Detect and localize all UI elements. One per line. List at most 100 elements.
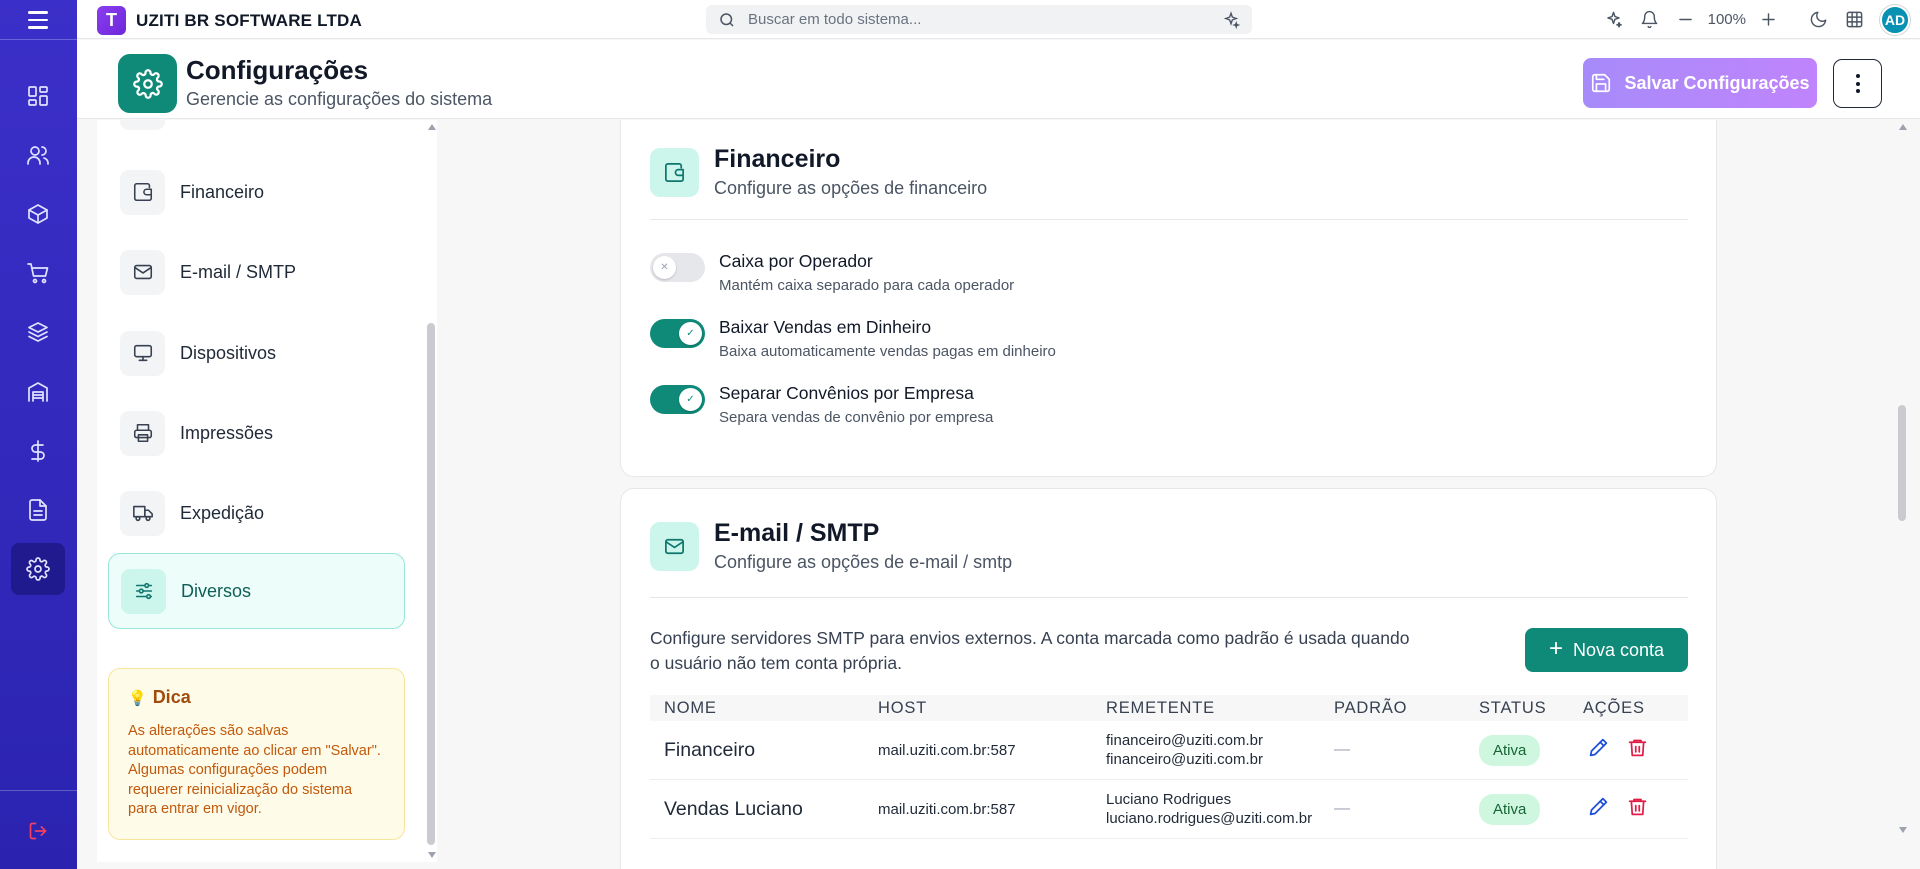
column-header: NOME: [664, 698, 717, 717]
menu-toggle-button[interactable]: [22, 8, 54, 32]
scroll-down-arrow[interactable]: [428, 852, 436, 858]
settings-content: Financeiro Configure as opções de financ…: [440, 120, 1900, 869]
save-settings-label: Salvar Configurações: [1624, 72, 1810, 93]
setting-baixar-vendas-dinheiro: ✓ Baixar Vendas em Dinheiro Baixa automa…: [650, 317, 1056, 360]
nav-item-dispositivos[interactable]: Dispositivos: [108, 315, 405, 391]
plus-icon: +: [1548, 634, 1563, 662]
ai-assistant-button[interactable]: [1596, 2, 1632, 38]
users-icon: [27, 146, 49, 165]
zoom-level: 100%: [1707, 11, 1746, 28]
theme-toggle-button[interactable]: [1800, 2, 1836, 38]
scroll-down-arrow[interactable]: [1899, 827, 1907, 833]
rail-item-documentos[interactable]: [11, 484, 65, 536]
tip-title-text: Dica: [152, 687, 191, 707]
nav-item-label: Impressões: [180, 422, 274, 443]
table-header: NOME HOST REMETENTE PADRÃO STATUS AÇÕES: [650, 695, 1688, 721]
setting-title: Baixar Vendas em Dinheiro: [719, 317, 932, 337]
grid-icon: [28, 86, 48, 106]
rail-item-produtos[interactable]: [11, 188, 65, 240]
status-cell: Ativa: [1479, 793, 1583, 825]
status-cell: Ativa: [1479, 734, 1583, 766]
rail-item-vendas[interactable]: [11, 247, 65, 299]
rail-item-clientes[interactable]: [11, 129, 65, 181]
rail-item-configuracoes[interactable]: [11, 543, 65, 595]
nav-item-label: Financeiro: [180, 181, 265, 202]
section-heading: E-mail / SMTP Configure as opções de e-m…: [714, 519, 1012, 573]
logout-button[interactable]: [11, 805, 65, 857]
scroll-up-arrow[interactable]: [1899, 124, 1907, 130]
nav-item-financeiro[interactable]: Financeiro: [108, 154, 405, 230]
edit-button[interactable]: [1588, 737, 1609, 763]
nav-item-expedicao[interactable]: Expedição: [108, 475, 405, 551]
account-host: mail.uziti.com.br:587: [878, 741, 1016, 759]
setting-description: Separa vendas de convênio por empresa: [719, 409, 994, 426]
account-name: Vendas Luciano: [664, 797, 803, 820]
financeiro-card: Financeiro Configure as opções de financ…: [620, 120, 1717, 477]
plus-icon: [1761, 13, 1775, 26]
wallet-icon: [133, 182, 152, 202]
edit-button[interactable]: [1588, 796, 1609, 822]
notifications-button[interactable]: [1632, 2, 1668, 38]
trash-icon: [1628, 798, 1647, 816]
status-badge: Ativa: [1479, 793, 1541, 825]
column-header: HOST: [878, 698, 928, 717]
baixar-vendas-dinheiro-toggle[interactable]: ✓: [650, 319, 705, 348]
sliders-icon: [135, 582, 152, 600]
setting-separar-convenios: ✓ Separar Convênios por Empresa Separa v…: [650, 383, 993, 426]
sparkles-icon[interactable]: [1222, 10, 1240, 29]
nav-item-impressoes[interactable]: Impressões: [108, 395, 405, 471]
nav-item-label: Dispositivos: [180, 342, 277, 363]
setting-description: Mantém caixa separado para cada operador: [719, 277, 1015, 294]
new-account-button[interactable]: + Nova conta: [1525, 628, 1688, 672]
section-title: E-mail / SMTP: [714, 519, 880, 547]
rail-item-financeiro[interactable]: [11, 425, 65, 477]
separar-convenios-toggle[interactable]: ✓: [650, 385, 705, 414]
settings-nav-scrollbar[interactable]: [425, 120, 437, 862]
caixa-por-operador-toggle[interactable]: ✕: [650, 253, 705, 282]
table-row[interactable]: Financeiro mail.uziti.com.br:587 finance…: [650, 721, 1688, 780]
scroll-thumb[interactable]: [427, 323, 435, 845]
save-icon: [1592, 73, 1611, 93]
brand[interactable]: T UZITI BR SOFTWARE LTDA: [97, 6, 362, 35]
status-badge: Ativa: [1479, 734, 1541, 766]
scroll-thumb[interactable]: [1898, 405, 1906, 521]
gear-icon: [132, 68, 163, 99]
toggle-knob-x-icon: ✕: [653, 256, 676, 279]
setting-text: Separar Convênios por Empresa Separa ven…: [719, 383, 993, 426]
zoom-in-button[interactable]: [1750, 2, 1786, 38]
row-actions: [1583, 737, 1683, 763]
more-options-button[interactable]: [1833, 59, 1882, 108]
file-text-icon: [29, 499, 47, 521]
nav-item-email-smtp[interactable]: E-mail / SMTP: [108, 234, 405, 310]
nav-item-diversos[interactable]: Diversos: [108, 553, 405, 629]
sender-name: financeiro@uziti.com.br: [1106, 731, 1263, 749]
scroll-up-arrow[interactable]: [428, 124, 436, 130]
rail-divider: [0, 39, 77, 40]
rail-item-estoque[interactable]: [11, 306, 65, 358]
save-settings-button[interactable]: Salvar Configurações: [1583, 58, 1817, 108]
nav-icon-box: [120, 410, 165, 456]
content-scrollbar[interactable]: [1896, 120, 1908, 869]
sender-email: luciano.rodrigues@uziti.com.br: [1106, 810, 1313, 827]
gear-icon: [26, 557, 50, 581]
user-avatar[interactable]: AD: [1880, 4, 1910, 35]
apps-button[interactable]: [1836, 2, 1872, 38]
setting-description: Baixa automaticamente vendas pagas em di…: [719, 343, 1056, 360]
rail-item-armazem[interactable]: [11, 366, 65, 418]
search-input[interactable]: Buscar em todo sistema...: [748, 11, 1222, 28]
section-icon-box: [650, 147, 699, 197]
zoom-out-button[interactable]: [1668, 2, 1704, 38]
smtp-intro-text: Configure servidores SMTP para envios ex…: [650, 628, 1410, 673]
global-search[interactable]: Buscar em todo sistema...: [706, 5, 1252, 34]
page-header: Configurações Gerencie as configurações …: [77, 40, 1920, 119]
rail-item-dashboard[interactable]: [11, 70, 65, 122]
dot: [1855, 89, 1860, 93]
delete-button[interactable]: [1627, 796, 1648, 822]
row-actions: [1583, 796, 1683, 822]
delete-button[interactable]: [1627, 737, 1648, 763]
setting-text: Caixa por Operador Mantém caixa separado…: [719, 251, 1014, 294]
package-icon: [28, 204, 48, 224]
monitor-icon: [133, 344, 152, 362]
column-header: REMETENTE: [1106, 698, 1215, 717]
table-row[interactable]: Vendas Luciano mail.uziti.com.br:587 Luc…: [650, 780, 1688, 839]
